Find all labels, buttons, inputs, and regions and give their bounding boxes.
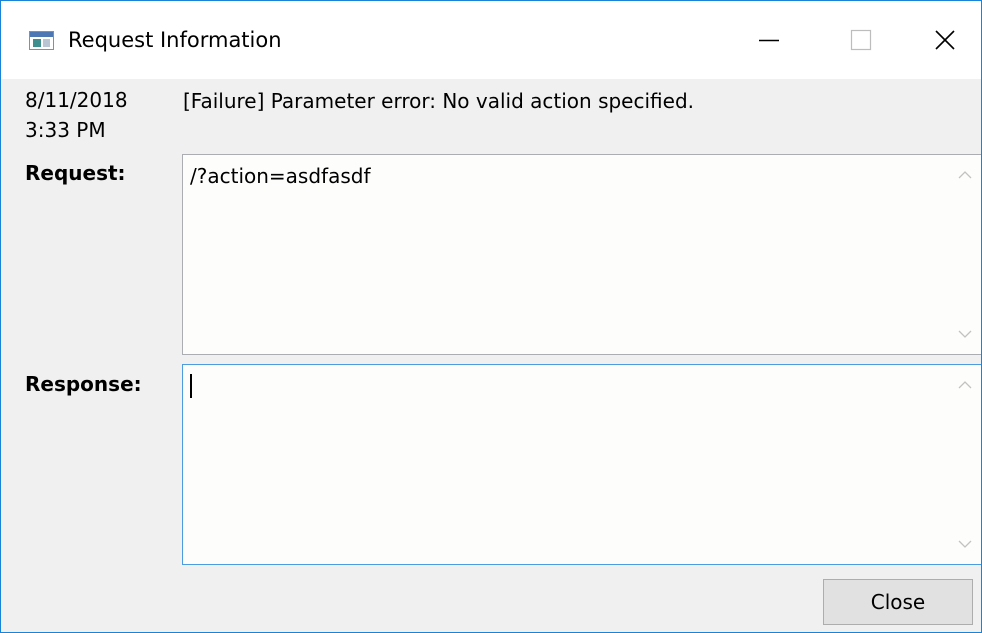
response-scroll-up-button[interactable] <box>949 369 981 401</box>
title-bar[interactable]: Request Information <box>1 1 981 79</box>
window-title: Request Information <box>68 28 282 52</box>
response-scroll-down-button[interactable] <box>949 528 981 560</box>
request-text: /?action=asdfasdf <box>190 164 371 188</box>
close-window-button[interactable] <box>899 1 981 79</box>
response-scrollbar[interactable] <box>949 365 981 564</box>
text-caret <box>190 374 192 398</box>
entry-date: 8/11/2018 <box>25 88 128 112</box>
request-scrollbar[interactable] <box>949 155 981 354</box>
maximize-button[interactable] <box>815 1 907 79</box>
minimize-button[interactable] <box>723 1 815 79</box>
minimize-icon <box>759 39 779 42</box>
request-information-window: Request Information 8/11/2018 3:33 PM [F… <box>0 0 982 633</box>
chevron-down-icon <box>958 540 972 548</box>
response-label: Response: <box>25 372 142 396</box>
request-textbox[interactable]: /?action=asdfasdf <box>182 154 981 355</box>
chevron-down-icon <box>958 330 972 338</box>
maximize-icon <box>850 29 872 51</box>
app-window-icon <box>29 31 54 50</box>
request-scroll-up-button[interactable] <box>949 159 981 191</box>
status-message: [Failure] Parameter error: No valid acti… <box>183 89 694 113</box>
request-label: Request: <box>25 161 126 185</box>
chevron-up-icon <box>958 171 972 179</box>
close-icon <box>935 30 955 50</box>
close-button[interactable]: Close <box>823 579 973 625</box>
response-textbox[interactable] <box>182 364 981 565</box>
entry-time: 3:33 PM <box>25 118 106 142</box>
chevron-up-icon <box>958 381 972 389</box>
request-scroll-down-button[interactable] <box>949 318 981 350</box>
